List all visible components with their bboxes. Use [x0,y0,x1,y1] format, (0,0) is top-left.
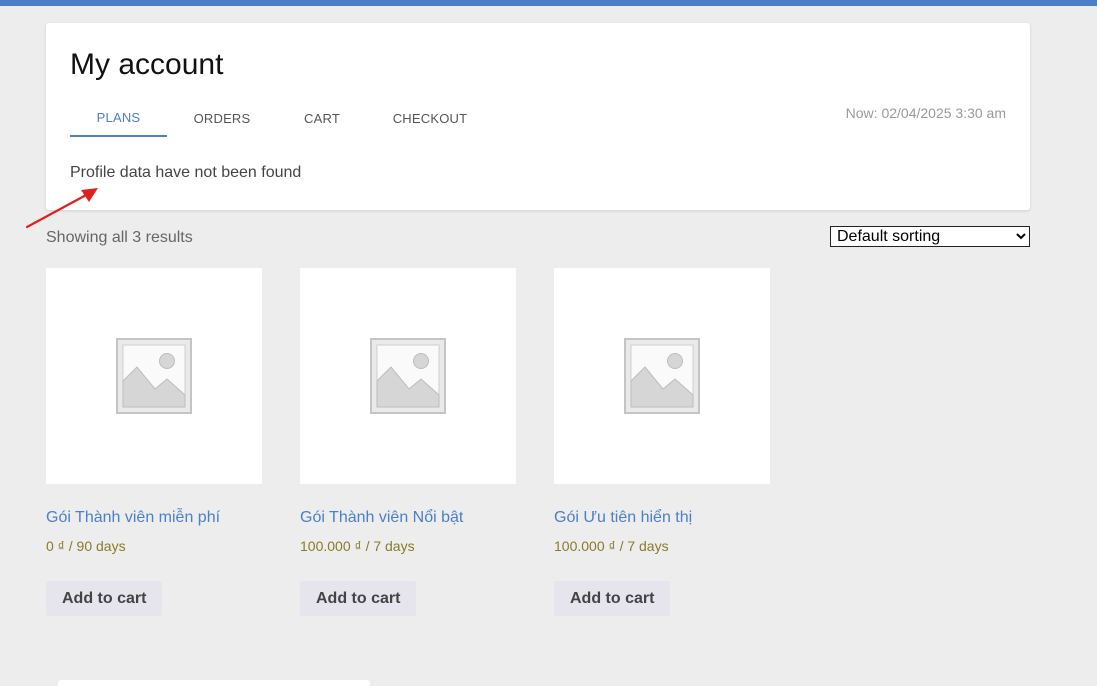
top-accent-bar [0,0,1097,6]
tab-plans[interactable]: PLANS [70,99,167,137]
placeholder-image-icon [624,338,700,414]
add-to-cart-button[interactable]: Add to cart [46,581,163,616]
product-price: 100.000 ₫ / 7 days [554,538,669,554]
product-price: 0 ₫ / 90 days [46,538,126,554]
current-time: Now: 02/04/2025 3:30 am [845,105,1006,121]
add-to-cart-button[interactable]: Add to cart [300,581,417,616]
page-title: My account [70,48,224,81]
tab-checkout[interactable]: CHECKOUT [367,99,493,137]
product-title[interactable]: Gói Thành viên miễn phí [46,509,220,527]
product-title[interactable]: Gói Ưu tiên hiển thị [554,509,692,527]
product-price: 100.000 ₫ / 7 days [300,538,415,554]
product-thumbnail[interactable] [46,268,262,484]
account-card: My account PLANS ORDERS CART CHECKOUT No… [46,23,1030,210]
placeholder-image-icon [116,338,192,414]
product-thumbnail[interactable] [300,268,516,484]
sort-select[interactable]: Default sorting [830,226,1030,247]
profile-empty-message: Profile data have not been found [70,164,302,181]
product-title[interactable]: Gói Thành viên Nổi bật [300,509,463,527]
annotation-arrow-icon [25,188,98,229]
tab-orders[interactable]: ORDERS [167,99,277,137]
placeholder-image-icon [370,338,446,414]
account-tabs: PLANS ORDERS CART CHECKOUT [70,99,493,137]
tab-cart[interactable]: CART [277,99,367,137]
product-card: Gói Thành viên miễn phí 0 ₫ / 90 days Ad… [46,268,262,616]
add-to-cart-button[interactable]: Add to cart [554,581,671,616]
product-card: Gói Thành viên Nổi bật 100.000 ₫ / 7 day… [300,268,516,616]
product-card: Gói Ưu tiên hiển thị 100.000 ₫ / 7 days … [554,268,770,616]
product-thumbnail[interactable] [554,268,770,484]
results-count: Showing all 3 results [46,229,193,246]
footer-card [58,680,370,686]
